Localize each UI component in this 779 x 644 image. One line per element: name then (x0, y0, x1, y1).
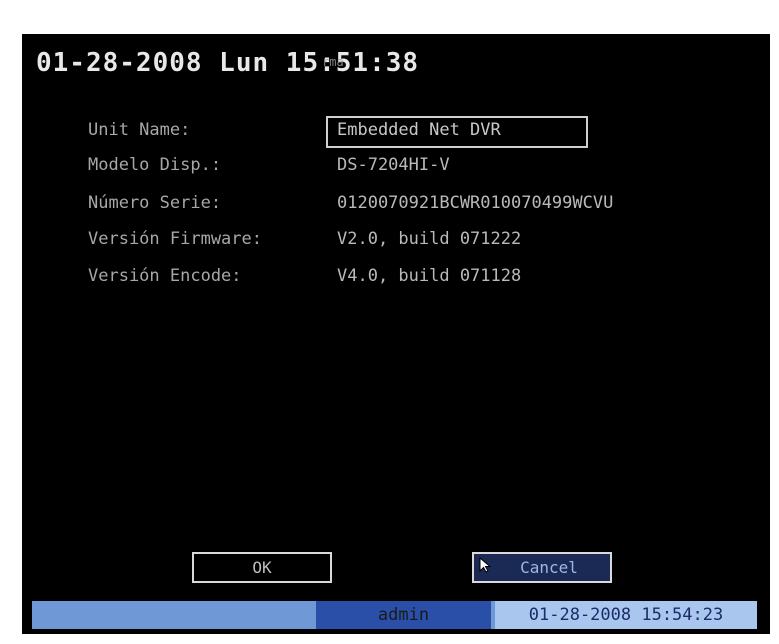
encode-value: V4.0, build 071128 (337, 266, 522, 286)
mouse-pointer-icon (479, 557, 491, 573)
ghost-title: rma (322, 55, 344, 69)
ok-button[interactable]: OK (192, 552, 332, 583)
cancel-button-label: Cancel (520, 558, 578, 577)
status-datetime: 01-28-2008 15:54:23 (495, 601, 757, 629)
firmware-value: V2.0, build 071222 (337, 229, 522, 249)
model-label: Modelo Disp.: (88, 155, 222, 175)
model-value: DS-7204HI-V (337, 155, 450, 175)
unit-name-label: Unit Name: (88, 120, 191, 140)
serial-value: 0120070921BCWR010070499WCVU (337, 193, 614, 213)
cancel-button[interactable]: Cancel (472, 552, 612, 583)
status-user: admin (316, 601, 491, 629)
status-user-label: admin (377, 605, 430, 625)
encode-label: Versión Encode: (88, 266, 242, 286)
system-clock: 01-28-2008 Lun 15:51:38 (36, 48, 420, 78)
serial-label: Número Serie: (88, 193, 222, 213)
ok-button-label: OK (252, 558, 272, 577)
unit-name-value[interactable]: Embedded Net DVR (337, 120, 501, 140)
status-datetime-label: 01-28-2008 15:54:23 (528, 605, 724, 625)
firmware-label: Versión Firmware: (88, 229, 262, 249)
